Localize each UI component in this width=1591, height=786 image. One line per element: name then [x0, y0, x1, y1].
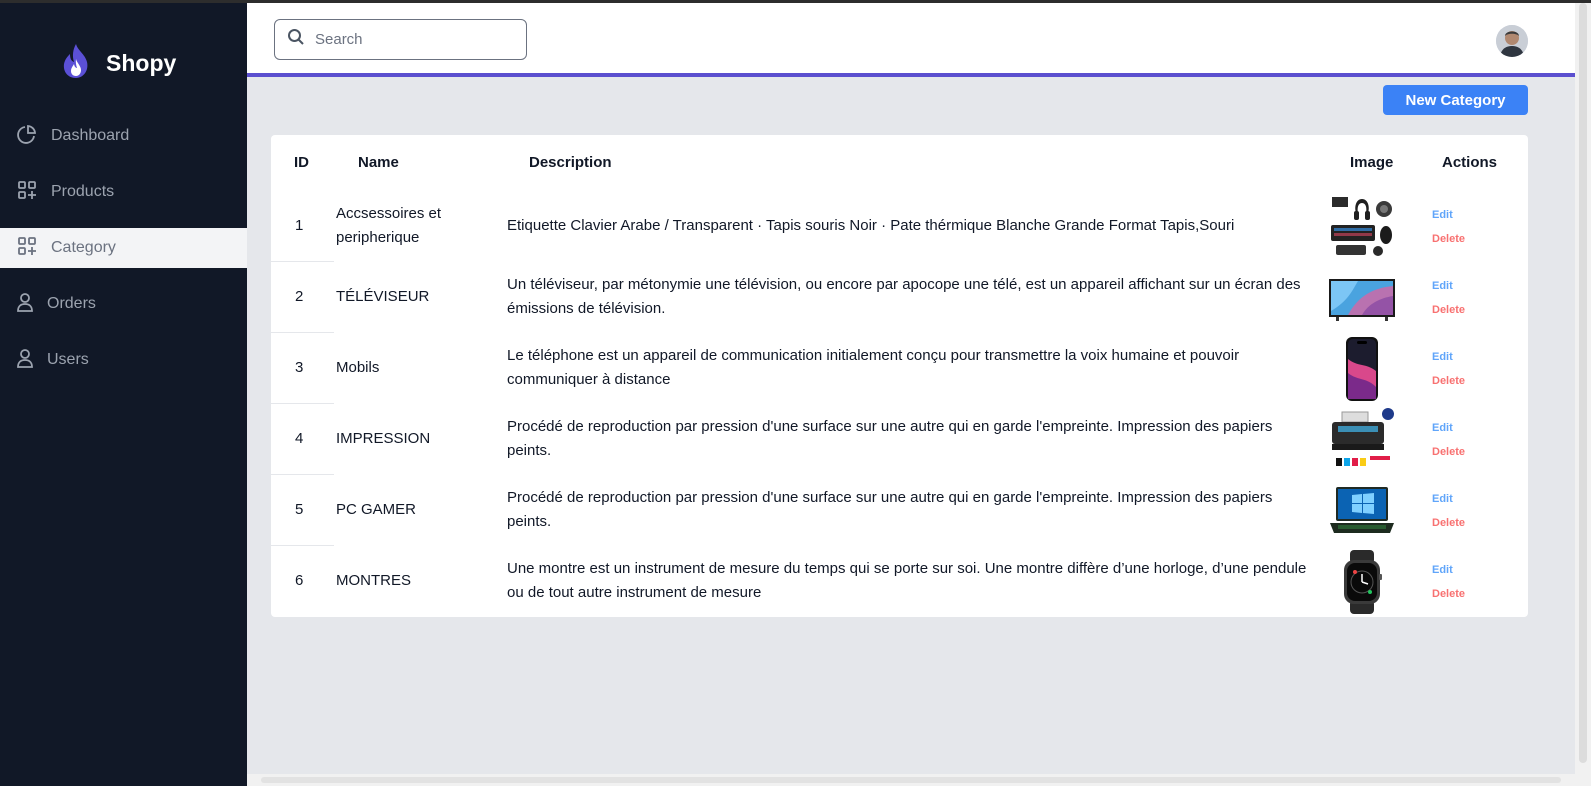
column-header-image: Image	[1350, 154, 1394, 171]
search-box[interactable]	[274, 19, 527, 60]
delete-link[interactable]: Delete	[1432, 304, 1465, 316]
cell-description: Procédé de reproduction par pression d'u…	[507, 489, 1273, 530]
cell-description: Etiquette Clavier Arabe / Transparent · …	[507, 217, 1235, 234]
table-header: ID Name Description Image Actions	[271, 135, 1528, 191]
sidebar-item-label: Dashboard	[51, 127, 130, 144]
table-row: 1 Accsessoires et peripherique Etiquette…	[271, 191, 1528, 262]
cell-description: Une montre est un instrument de mesure d…	[507, 560, 1307, 601]
table-row: 2 TÉLÉVISEUR Un téléviseur, par métonymi…	[271, 262, 1528, 333]
sidebar-item-users[interactable]: Users	[0, 340, 247, 380]
edit-link[interactable]: Edit	[1432, 209, 1453, 221]
grid-plus-icon	[17, 180, 37, 205]
column-header-name: Name	[358, 154, 399, 171]
cell-description: Un téléviseur, par métonymie une télévis…	[507, 276, 1301, 317]
column-header-id: ID	[294, 154, 309, 171]
search-icon	[287, 28, 305, 51]
cell-description: Procédé de reproduction par pression d'u…	[507, 418, 1273, 459]
cell-description: Le téléphone est un appareil de communic…	[507, 347, 1240, 388]
delete-link[interactable]: Delete	[1432, 233, 1465, 245]
edit-link[interactable]: Edit	[1432, 564, 1453, 576]
cell-id: 6	[295, 572, 304, 589]
cell-id: 2	[295, 288, 304, 305]
printer-photo	[1328, 408, 1396, 472]
cell-name: Mobils	[336, 359, 380, 376]
grid-plus-icon	[17, 236, 37, 261]
brand-name: Shopy	[106, 50, 177, 76]
cell-name: MONTRES	[336, 572, 411, 589]
edit-link[interactable]: Edit	[1432, 351, 1453, 363]
sidebar-nav: Dashboard Products Category Orders Users	[0, 116, 247, 396]
flame-logo-icon	[60, 43, 92, 84]
new-category-button[interactable]: New Category	[1383, 85, 1528, 115]
table-row: 5 PC GAMER Procédé de reproduction par p…	[271, 475, 1528, 546]
vertical-scrollbar[interactable]	[1575, 3, 1591, 774]
tv-photo	[1328, 266, 1396, 330]
laptop-photo	[1328, 479, 1396, 543]
sidebar-item-label: Users	[47, 351, 89, 368]
table-row: 3 Mobils Le téléphone est un appareil de…	[271, 333, 1528, 404]
sidebar-item-dashboard[interactable]: Dashboard	[0, 116, 247, 156]
sidebar-item-category[interactable]: Category	[0, 228, 247, 268]
delete-link[interactable]: Delete	[1432, 588, 1465, 600]
user-icon	[17, 348, 33, 373]
phone-photo	[1328, 337, 1396, 401]
delete-link[interactable]: Delete	[1432, 517, 1465, 529]
horizontal-scrollbar[interactable]	[247, 774, 1591, 786]
sidebar-item-label: Category	[51, 239, 116, 256]
cell-id: 4	[295, 430, 304, 447]
cell-name: TÉLÉVISEUR	[336, 288, 430, 305]
pie-chart-icon	[17, 124, 37, 149]
window-top-border	[0, 0, 1591, 3]
brand[interactable]: Shopy	[60, 43, 176, 84]
cell-name: IMPRESSION	[336, 430, 431, 447]
sidebar-item-products[interactable]: Products	[0, 172, 247, 212]
sidebar: Shopy Dashboard Products Category Orders…	[0, 3, 247, 786]
delete-link[interactable]: Delete	[1432, 375, 1465, 387]
edit-link[interactable]: Edit	[1432, 422, 1453, 434]
delete-link[interactable]: Delete	[1432, 446, 1465, 458]
watch-photo	[1328, 550, 1396, 614]
vertical-scrollbar-thumb[interactable]	[1579, 3, 1587, 763]
cell-name: PC GAMER	[336, 501, 417, 518]
avatar[interactable]	[1496, 25, 1528, 57]
accessories-photo	[1328, 195, 1396, 259]
cell-id: 1	[295, 217, 304, 234]
column-header-description: Description	[529, 154, 612, 171]
cell-id: 3	[295, 359, 304, 376]
sidebar-item-orders[interactable]: Orders	[0, 284, 247, 324]
main-content: New Category ID Name Description Image A…	[247, 3, 1575, 774]
table-row: 4 IMPRESSION Procédé de reproduction par…	[271, 404, 1528, 475]
horizontal-scrollbar-thumb[interactable]	[261, 777, 1561, 783]
edit-link[interactable]: Edit	[1432, 280, 1453, 292]
category-table: ID Name Description Image Actions 1 Accs…	[271, 135, 1528, 617]
cell-name: Accsessoires et peripherique	[336, 205, 442, 246]
table-row: 6 MONTRES Une montre est un instrument d…	[271, 546, 1528, 617]
user-icon	[17, 292, 33, 317]
column-header-actions: Actions	[1442, 154, 1498, 171]
search-input[interactable]	[315, 31, 515, 48]
cell-id: 5	[295, 501, 304, 518]
top-bar	[247, 3, 1575, 77]
sidebar-item-label: Products	[51, 183, 115, 200]
edit-link[interactable]: Edit	[1432, 493, 1453, 505]
sidebar-item-label: Orders	[47, 295, 96, 312]
